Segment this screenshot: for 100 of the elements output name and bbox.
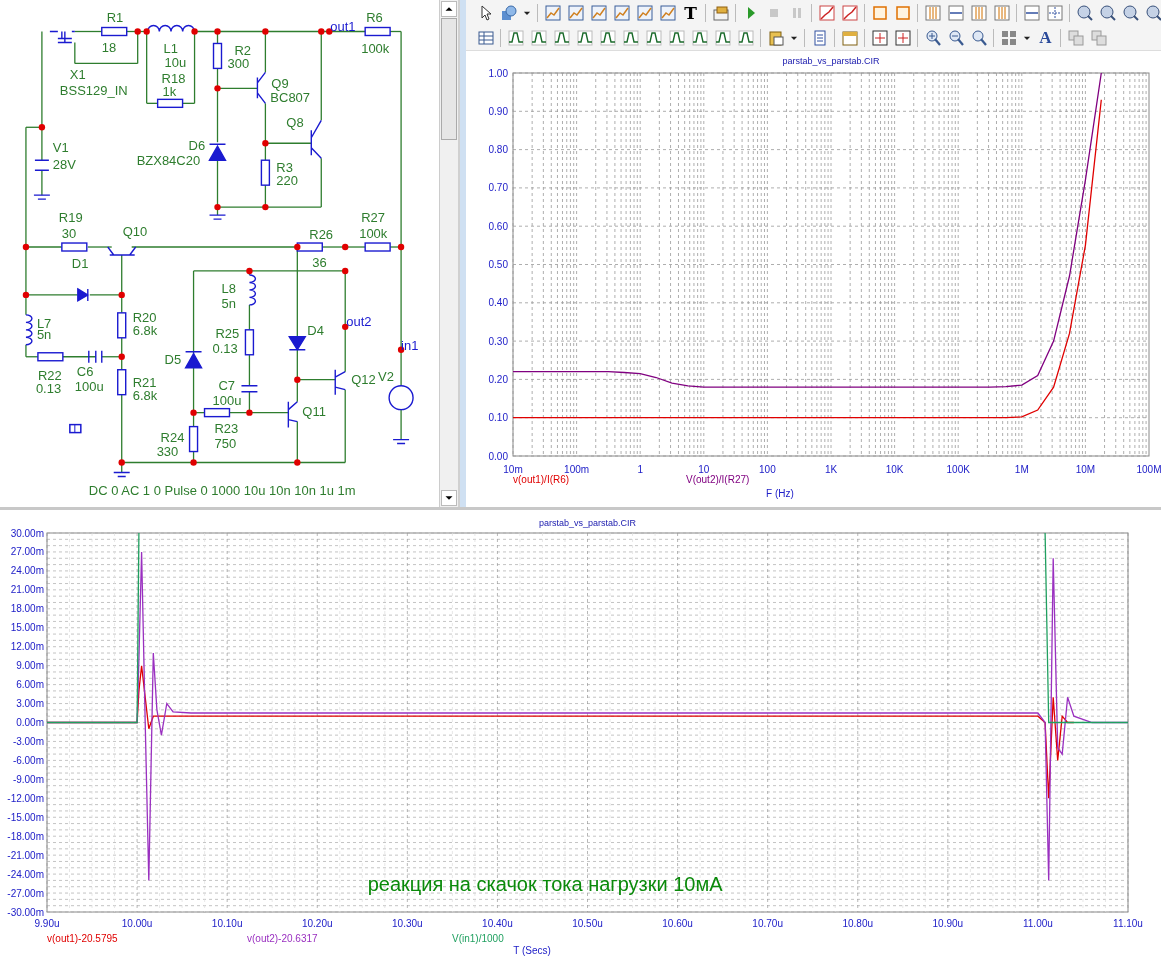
waveform-icon [622,29,639,46]
component-label: R22 [37,368,62,384]
x-axis-label: 1M [1014,463,1029,475]
legend-label: v(out1)-20.5795 [47,932,118,944]
graph-icon [636,4,653,21]
toolbar-button[interactable] [643,27,664,48]
frame-icon [871,4,888,21]
component-label: 5n [221,296,236,312]
x-axis-label: 10.20u [301,917,333,929]
component-label: 36 [312,255,327,271]
x-axis-label: 10K [885,463,904,475]
text-tool-button[interactable]: A [1035,27,1056,48]
y-axis-label: 0.40 [488,297,508,309]
shapes-icon [500,4,517,21]
component-label: R3 [276,159,293,175]
scroll-up-icon[interactable] [441,1,457,17]
component-label: 100u [74,379,104,395]
diagonal-line-icon [841,4,858,21]
component-label: D4 [307,323,324,339]
x-axis-label: 100 [759,463,776,475]
fit-icon [894,29,911,46]
waveform-icon [714,29,731,46]
component-label: Q10 [122,223,148,239]
graph-icon [590,4,607,21]
y-axis-label: 0.50 [488,259,508,270]
x-axis-label: 11.00u [1023,917,1053,929]
component-label: C7 [218,378,236,394]
y-axis-label: 1.00 [488,67,508,79]
waveform-icon [553,29,570,46]
x-axis-label: 10.40u [482,917,513,929]
y-axis-label: 18.00m [10,603,44,615]
toolbar-button[interactable] [528,27,549,48]
x-axis-label: 10.00u [121,917,153,929]
component-label: 220 [276,172,298,188]
toolbar-button[interactable] [597,27,618,48]
toolbar-button[interactable] [505,27,526,48]
crosshair-icon [1046,4,1063,21]
y-axis-label: 21.00m [10,584,44,596]
component-label: 6.8k [132,323,158,339]
zoom-icon [970,29,987,46]
y-axis-label: 6.00m [16,679,44,691]
component-label: R26 [309,226,334,242]
component-label: 100k [361,40,390,56]
x-axis-label: 11.10u [1113,917,1143,929]
x-axis-label: 10.50u [572,917,603,929]
rows-icon [947,4,964,21]
component-label: out1 [330,19,356,34]
toolbar-button[interactable] [620,27,641,48]
calendar-icon [841,29,858,46]
component-label: R24 [160,430,185,446]
toolbar-button[interactable] [689,27,710,48]
component-label: L1 [163,40,179,56]
scrollbar-thumb[interactable] [441,18,457,140]
component-label: C6 [76,364,94,380]
y-axis-label: 24.00m [10,565,44,577]
component-label: V2 [378,369,394,385]
magnifier-icon [1145,4,1161,21]
text-tool-button[interactable]: T [680,2,701,23]
y-axis-label: -15.00m [7,811,44,823]
y-axis-label: -3.00m [12,735,44,747]
toolbar-button[interactable] [712,27,733,48]
component-label: R23 [214,421,239,437]
scroll-down-icon[interactable] [441,490,457,506]
component-label: BSS129_IN [59,82,128,98]
y-axis-label: 0.80 [488,144,508,156]
toolbar-button[interactable] [735,27,756,48]
component-label: Q12 [351,372,376,388]
toolbar-button[interactable] [551,27,572,48]
component-label: 18 [101,39,117,55]
component-label: 28V [52,156,76,172]
component-label: L8 [221,281,236,297]
x-axis-label: 100K [946,463,970,475]
graph-icon [659,4,676,21]
waveform-icon [507,29,524,46]
toolbar-button[interactable] [666,27,687,48]
y-axis-label: -30.00m [7,906,44,918]
y-axis-label: 3.00m [16,698,44,710]
component-label: 300 [227,55,250,71]
toolbar-button[interactable] [574,27,595,48]
x-axis-label: 10M [1075,463,1096,475]
x-axis-label: 10 [698,463,710,475]
component-label: 10u [164,54,187,70]
legend-label: v(out2)-20.6317 [247,932,318,944]
x-axis-label: 10.10u [211,917,243,929]
clipboard-icon [767,29,784,46]
fit-icon [871,29,888,46]
y-axis-label: 0.10 [488,412,508,424]
y-axis-label: 0.60 [488,220,508,232]
grid-icon [1000,29,1017,46]
text-block-icon [69,423,82,434]
component-label: Q11 [302,404,326,420]
component-label: 6.8k [132,388,158,404]
waveform-icon [668,29,685,46]
magnifier-icon [1122,4,1139,21]
component-label: 100k [359,225,388,241]
vertical-scrollbar[interactable] [439,0,458,507]
y-axis-label: 12.00m [10,641,44,653]
component-label: R1 [106,10,124,26]
y-axis-label: 0.00 [488,450,508,462]
y-axis-label: -21.00m [7,849,44,861]
